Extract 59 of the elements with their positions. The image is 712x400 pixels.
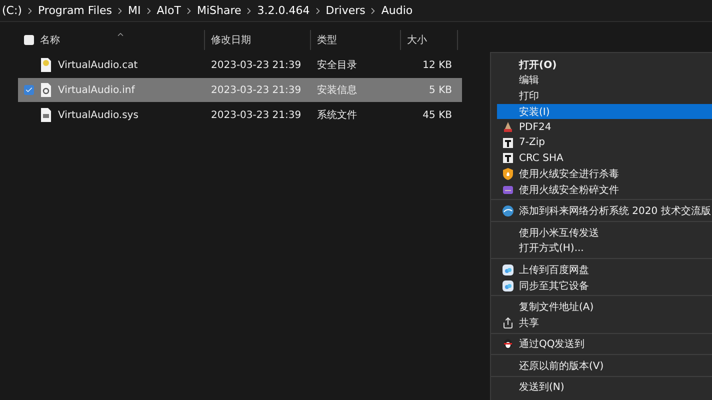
globe-icon bbox=[502, 205, 514, 218]
penguin-icon bbox=[502, 338, 514, 350]
file-type: 系统文件 bbox=[317, 108, 357, 122]
menu-item[interactable]: 同步至其它设备 bbox=[497, 278, 712, 294]
file-name: VirtualAudio.cat bbox=[58, 60, 138, 70]
row-checkbox[interactable] bbox=[24, 85, 34, 95]
settings-file-icon bbox=[40, 83, 52, 97]
file-size: 5 KB bbox=[429, 84, 452, 96]
menu-item[interactable]: 打开(O) bbox=[497, 57, 712, 73]
breadcrumb-item[interactable]: Program Files bbox=[38, 4, 112, 17]
pdf-icon bbox=[502, 121, 514, 134]
menu-item[interactable]: 打开方式(H)... bbox=[497, 240, 712, 256]
shredder-icon bbox=[502, 184, 514, 196]
menu-item[interactable]: 使用小米互传发送 bbox=[497, 224, 712, 241]
menu-item[interactable]: 编辑 bbox=[497, 72, 712, 88]
menu-item[interactable]: PDF24 bbox=[497, 119, 712, 135]
modified-date: 2023-03-23 21:39 bbox=[211, 84, 302, 96]
breadcrumb-item[interactable]: 3.2.0.464 bbox=[257, 4, 310, 17]
modified-date: 2023-03-23 21:39 bbox=[211, 60, 302, 70]
file-row[interactable]: VirtualAudio.inf 2023-03-23 21:39 安装信息 5 KB bbox=[18, 78, 462, 102]
column-header[interactable]: 修改日期 bbox=[211, 33, 251, 47]
cloud-icon bbox=[502, 264, 514, 276]
menu-item[interactable]: 共享 bbox=[497, 314, 712, 330]
file-name: VirtualAudio.inf bbox=[58, 84, 135, 96]
menu-item[interactable]: 7-Zip bbox=[497, 134, 712, 151]
file-size: 45 KB bbox=[422, 110, 452, 120]
file-type: 安装信息 bbox=[317, 84, 357, 97]
menu-item[interactable]: 安装(I) bbox=[497, 104, 712, 120]
menu-item[interactable]: 使用火绒安全粉碎文件 bbox=[497, 182, 712, 198]
file-row[interactable]: VirtualAudio.sys 2023-03-23 21:39 系统文件 45 KB bbox=[18, 103, 462, 127]
menu-item[interactable]: CRC SHA bbox=[497, 150, 712, 166]
file-row[interactable]: VirtualAudio.cat 2023-03-23 21:39 安全目录 12 KB bbox=[18, 53, 462, 77]
share-icon bbox=[502, 316, 514, 329]
file-type: 安全目录 bbox=[317, 58, 357, 72]
menu-item[interactable]: 上传到百度网盘 bbox=[497, 262, 712, 278]
menu-item[interactable]: 发送到(N) bbox=[497, 380, 712, 396]
breadcrumb-item[interactable]: (C:) bbox=[2, 4, 22, 17]
select-all-checkbox[interactable] bbox=[24, 35, 34, 45]
breadcrumb-item[interactable]: Drivers bbox=[326, 4, 366, 17]
menu-item[interactable]: 使用火绒安全进行杀毒 bbox=[497, 166, 712, 182]
menu-item[interactable]: 打印 bbox=[497, 88, 712, 104]
shield-icon bbox=[502, 168, 514, 180]
cloud-icon bbox=[502, 280, 514, 292]
menu-item[interactable]: 添加到科来网络分析系统 2020 技术交流版 bbox=[497, 203, 712, 219]
breadcrumb-item[interactable]: MI bbox=[128, 4, 141, 17]
breadcrumb-item[interactable]: MiShare bbox=[197, 4, 242, 17]
menu-item[interactable]: 复制文件地址(A) bbox=[497, 299, 712, 315]
file-size: 12 KB bbox=[422, 60, 452, 70]
file-name: VirtualAudio.sys bbox=[58, 110, 138, 120]
system-file-icon bbox=[40, 108, 52, 122]
menu-item[interactable]: 通过QQ发送到 bbox=[497, 336, 712, 352]
column-header[interactable]: 大小 bbox=[407, 33, 427, 47]
column-header[interactable]: 名称 bbox=[40, 33, 60, 47]
modified-date: 2023-03-23 21:39 bbox=[211, 110, 302, 120]
breadcrumb-item[interactable]: AIoT bbox=[156, 4, 181, 17]
menu-item[interactable]: 还原以前的版本(V) bbox=[497, 358, 712, 374]
certificate-file-icon bbox=[40, 58, 52, 72]
column-header[interactable]: 类型 bbox=[317, 33, 337, 47]
breadcrumb-item[interactable]: Audio bbox=[381, 4, 413, 17]
